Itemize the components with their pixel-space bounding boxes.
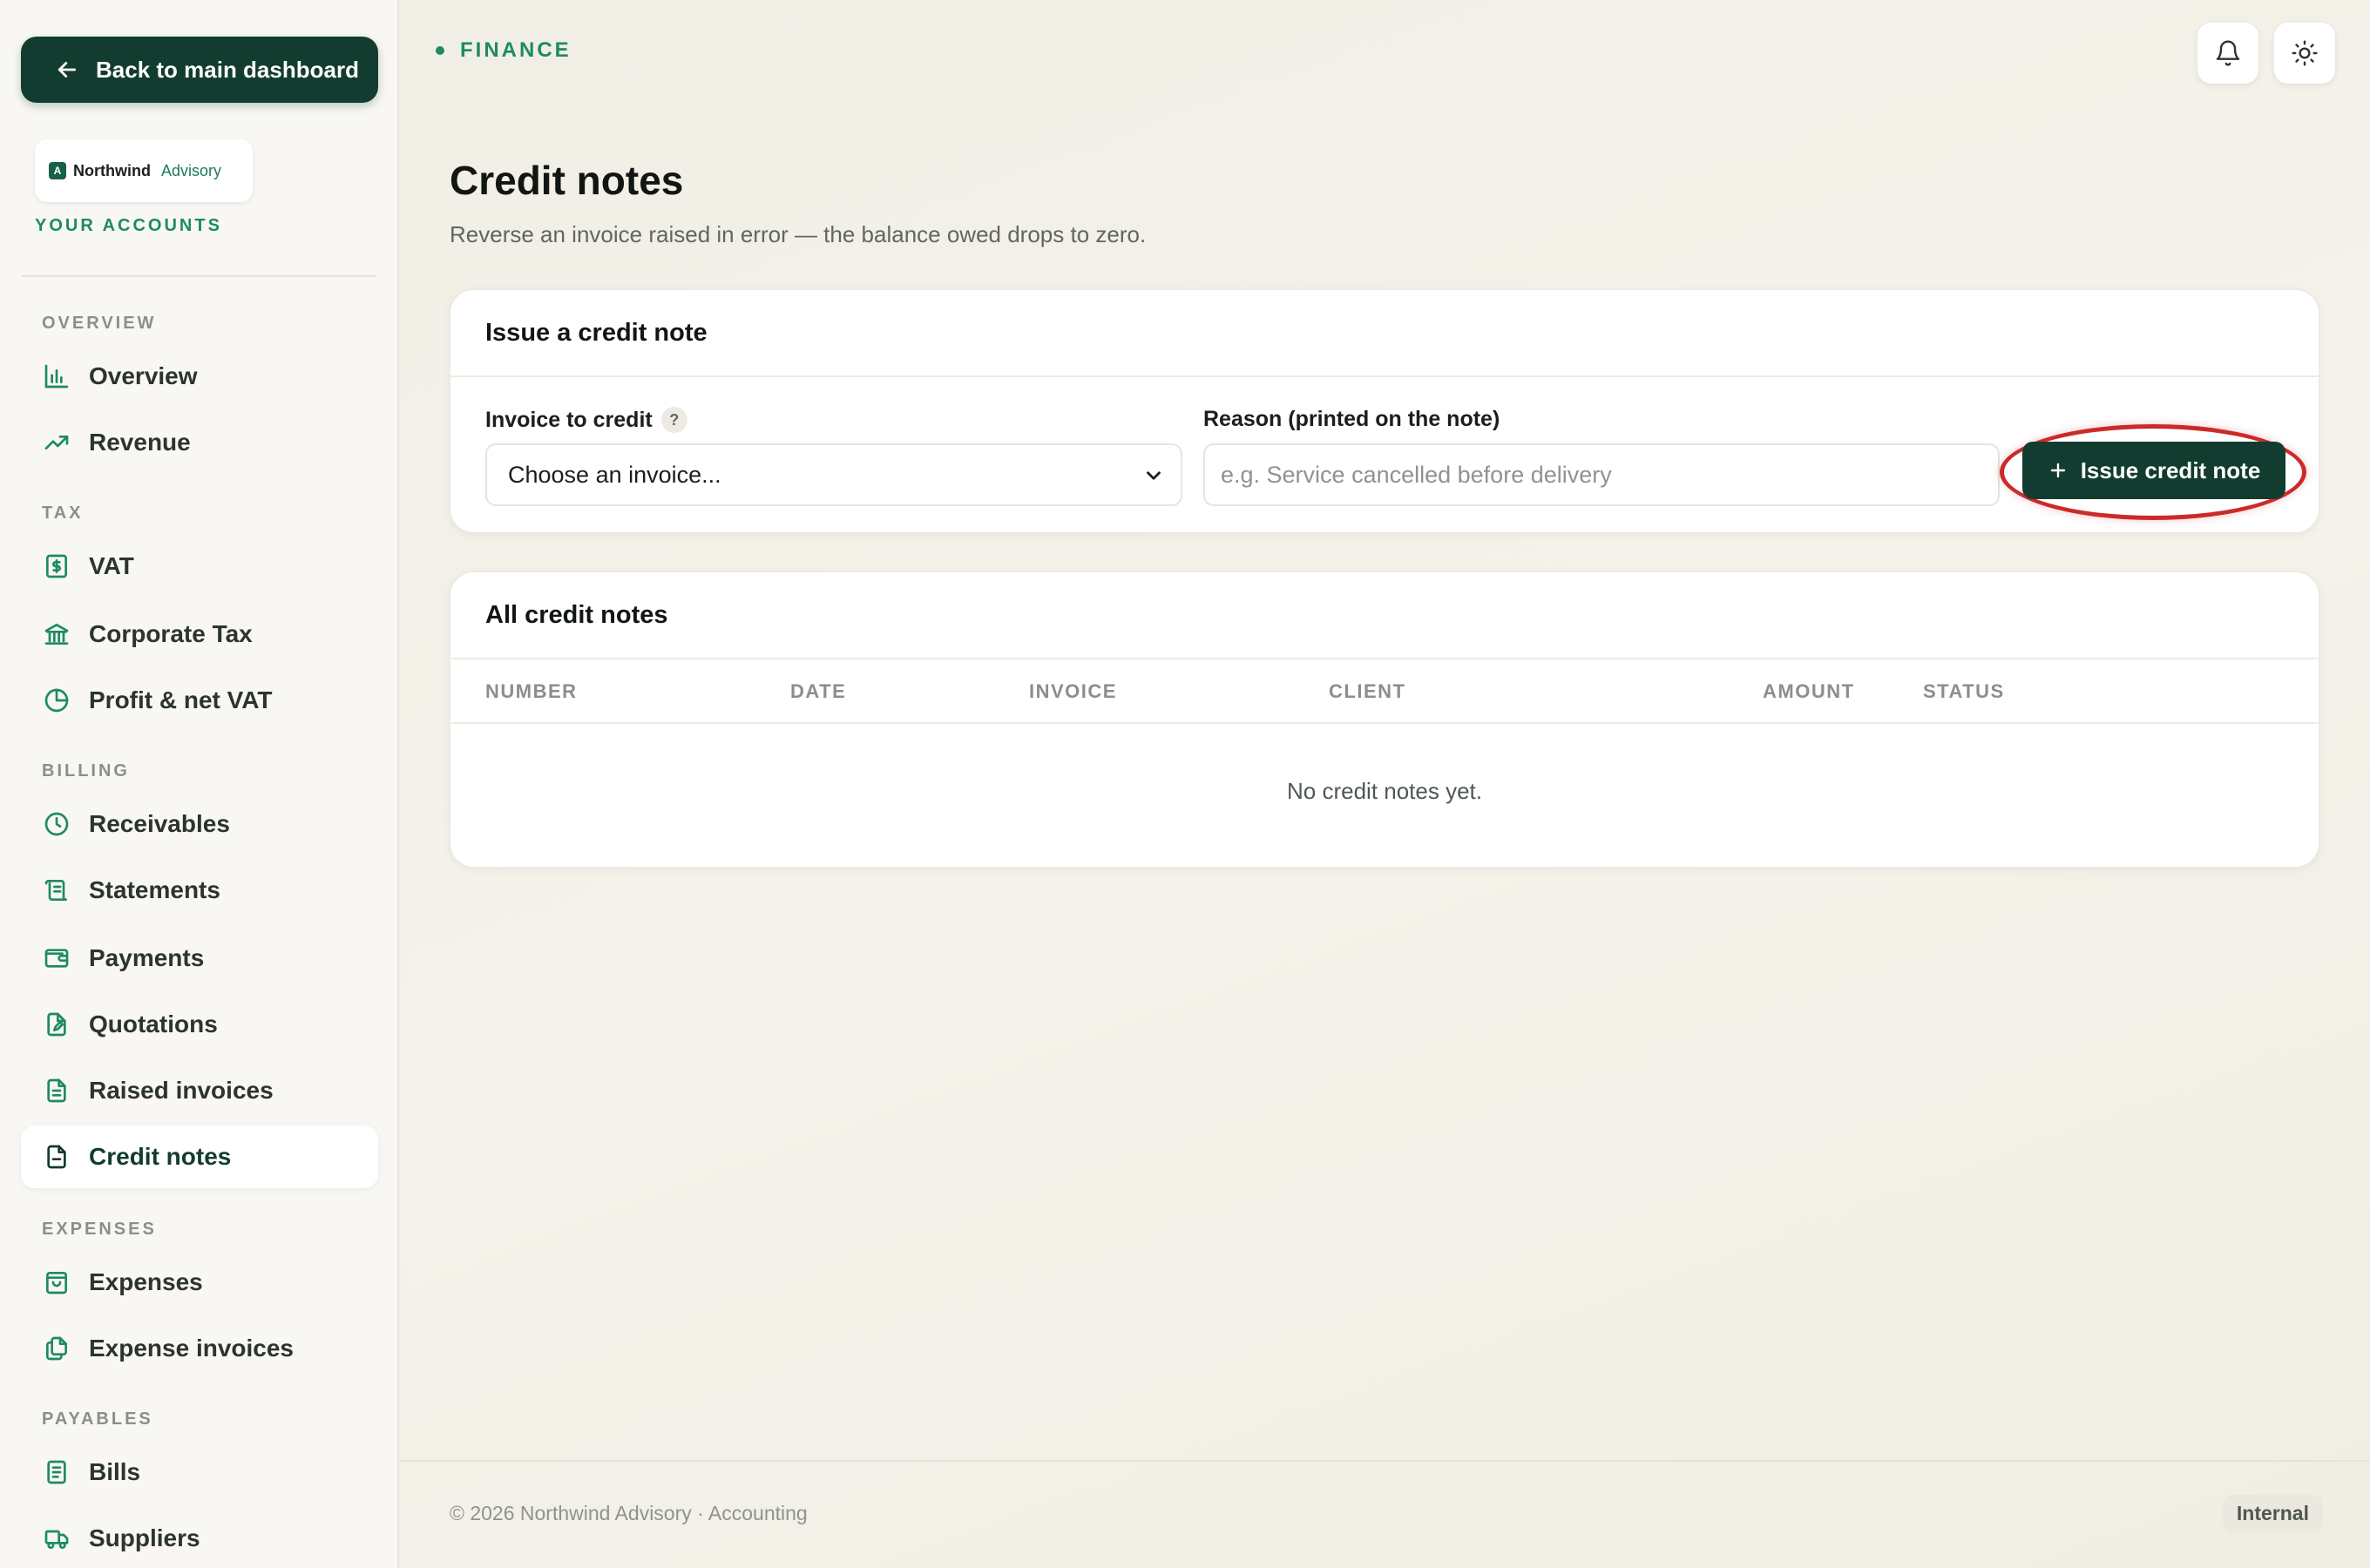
reason-label: Reason (printed on the note): [1203, 407, 1500, 431]
file-minus-icon: [42, 1142, 71, 1172]
files-icon: [42, 1334, 71, 1363]
breadcrumb-dot-icon: [436, 46, 444, 55]
issue-credit-note-button[interactable]: Issue credit note: [2022, 442, 2285, 499]
invoice-to-credit-label: Invoice to credit ?: [485, 407, 687, 433]
issue-credit-note-card: Issue a credit note Invoice to credit ? …: [450, 289, 2319, 533]
sidebar-item-bills[interactable]: Bills: [21, 1441, 378, 1504]
footer-copyright: © 2026 Northwind Advisory · Accounting: [450, 1502, 808, 1524]
chevron-down-icon: [1147, 471, 1161, 480]
main-content: FINANCE Credit notes Reverse an invoice …: [401, 0, 2370, 1568]
sidebar-item-label: Expense invoices: [89, 1335, 295, 1362]
notifications-button[interactable]: [2197, 23, 2258, 84]
nav-section-overview: OVERVIEW: [42, 314, 157, 333]
column-header-invoice[interactable]: INVOICE: [1029, 680, 1117, 703]
sidebar-item-label: Suppliers: [89, 1524, 200, 1551]
truck-icon: [42, 1524, 71, 1553]
bar-chart-icon: [42, 362, 71, 391]
column-header-date[interactable]: DATE: [790, 680, 846, 703]
sidebar-item-overview[interactable]: Overview: [21, 345, 378, 408]
nav-section-payables: PAYABLES: [42, 1409, 153, 1429]
sidebar-item-vat[interactable]: VAT: [21, 535, 378, 598]
scroll-icon: [42, 875, 71, 905]
footer-divider: [401, 1460, 2370, 1462]
reason-input[interactable]: [1203, 443, 2000, 506]
clock-icon: [42, 809, 71, 839]
bank-icon: [42, 619, 71, 649]
sidebar: Back to main dashboard A Northwind Advis…: [0, 0, 399, 1568]
pie-chart-icon: [42, 686, 71, 715]
back-to-dashboard-label: Back to main dashboard: [96, 56, 359, 83]
column-header-number[interactable]: NUMBER: [485, 680, 578, 703]
sidebar-item-label: Raised invoices: [89, 1077, 274, 1104]
sun-icon: [2292, 40, 2318, 66]
table-header: NUMBER DATE INVOICE CLIENT AMOUNT STATUS: [450, 659, 2319, 724]
receipt-icon: [42, 1457, 71, 1487]
sidebar-item-label: Overview: [89, 362, 198, 389]
wallet-icon: [42, 943, 71, 973]
theme-toggle-button[interactable]: [2274, 23, 2335, 84]
sidebar-item-statements[interactable]: Statements: [21, 859, 378, 922]
sidebar-item-label: Payments: [89, 944, 205, 971]
brand-sub: Advisory: [160, 161, 222, 179]
sidebar-item-payments[interactable]: Payments: [21, 927, 378, 990]
column-header-status[interactable]: STATUS: [1923, 680, 2005, 703]
empty-state-message: No credit notes yet.: [1287, 778, 1482, 804]
sidebar-item-profit-net-vat[interactable]: Profit & net VAT: [21, 669, 378, 732]
issue-credit-note-title: Issue a credit note: [450, 290, 2319, 377]
issue-credit-note-label: Issue credit note: [2080, 456, 2261, 483]
page-subtitle: Reverse an invoice raised in error — the…: [450, 221, 1147, 247]
sidebar-item-label: Revenue: [89, 429, 191, 456]
trending-up-icon: [42, 428, 71, 457]
sidebar-item-corporate-tax[interactable]: Corporate Tax: [21, 603, 378, 666]
brand-logo[interactable]: A Northwind Advisory: [35, 139, 253, 202]
sidebar-item-label: Expenses: [89, 1268, 203, 1295]
page-title: Credit notes: [450, 158, 684, 203]
sidebar-item-credit-notes[interactable]: Credit notes: [21, 1125, 378, 1188]
sidebar-item-suppliers[interactable]: Suppliers: [21, 1507, 378, 1568]
breadcrumb-label: FINANCE: [460, 38, 572, 62]
sidebar-item-label: Profit & net VAT: [89, 686, 273, 713]
back-to-dashboard-button[interactable]: Back to main dashboard: [21, 37, 378, 103]
sidebar-item-label: VAT: [89, 552, 134, 579]
your-accounts-link[interactable]: YOUR ACCOUNTS: [35, 216, 222, 236]
brand-name: Northwind: [73, 161, 151, 179]
all-credit-notes-card: All credit notes NUMBER DATE INVOICE CLI…: [450, 571, 2319, 868]
invoice-select-value: Choose an invoice...: [508, 461, 721, 488]
sidebar-divider: [21, 275, 376, 277]
breadcrumb: FINANCE: [436, 38, 572, 63]
sidebar-item-receivables[interactable]: Receivables: [21, 793, 378, 855]
file-edit-icon: [42, 1010, 71, 1039]
invoice-select[interactable]: Choose an invoice...: [485, 443, 1182, 506]
all-credit-notes-title: All credit notes: [450, 572, 2319, 659]
sidebar-item-revenue[interactable]: Revenue: [21, 411, 378, 474]
environment-badge: Internal: [2222, 1495, 2323, 1532]
sidebar-item-label: Bills: [89, 1458, 141, 1485]
sidebar-item-expense-invoices[interactable]: Expense invoices: [21, 1317, 378, 1380]
nav-section-billing: BILLING: [42, 761, 130, 781]
sidebar-item-expenses[interactable]: Expenses: [21, 1251, 378, 1314]
sidebar-item-raised-invoices[interactable]: Raised invoices: [21, 1059, 378, 1122]
nav-section-tax: TAX: [42, 504, 84, 523]
sidebar-item-label: Quotations: [89, 1010, 218, 1037]
column-header-client[interactable]: CLIENT: [1329, 680, 1405, 703]
sidebar-item-label: Corporate Tax: [89, 620, 253, 647]
column-header-amount[interactable]: AMOUNT: [1763, 680, 1855, 703]
issue-credit-note-highlight: Issue credit note: [2000, 424, 2306, 520]
bell-icon: [2216, 40, 2240, 66]
file-text-icon: [42, 1076, 71, 1105]
sidebar-item-label: Credit notes: [89, 1143, 232, 1170]
invoice-to-credit-label-text: Invoice to credit: [485, 407, 653, 432]
receipt-dollar-icon: [42, 551, 71, 581]
shopping-bag-icon: [42, 1267, 71, 1297]
sidebar-item-label: Receivables: [89, 810, 230, 837]
sidebar-item-label: Statements: [89, 876, 220, 903]
brand-mark-icon: A: [49, 162, 66, 179]
arrow-left-icon: [58, 62, 77, 78]
nav-section-expenses: EXPENSES: [42, 1220, 157, 1239]
sidebar-item-quotations[interactable]: Quotations: [21, 993, 378, 1056]
plus-icon: [2050, 463, 2065, 478]
help-icon[interactable]: ?: [660, 407, 687, 433]
